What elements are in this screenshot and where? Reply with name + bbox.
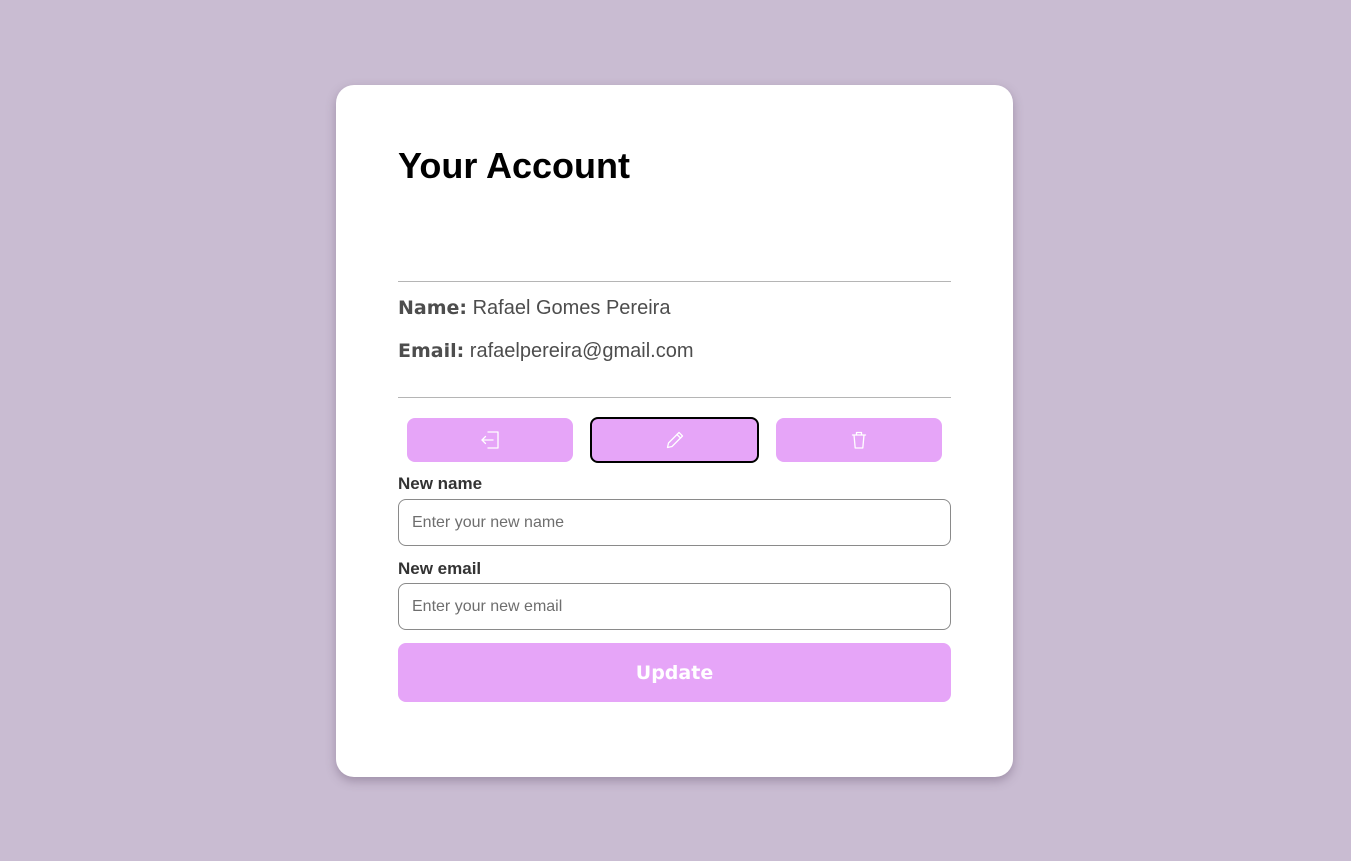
edit-button[interactable] xyxy=(590,417,759,463)
trash-icon xyxy=(851,431,867,449)
new-email-input[interactable] xyxy=(398,583,951,630)
new-email-label: New email xyxy=(398,559,482,578)
page-title: Your Account xyxy=(398,145,630,186)
email-value: rafaelpereira@gmail.com xyxy=(469,340,694,362)
name-label: Name: xyxy=(398,297,468,319)
account-name-row: Name: Rafael Gomes Pereira xyxy=(398,297,670,320)
account-email-row: Email: rafaelpereira@gmail.com xyxy=(398,340,694,363)
update-button[interactable]: Update xyxy=(398,643,951,702)
name-value: Rafael Gomes Pereira xyxy=(472,297,671,319)
top-divider xyxy=(398,281,951,282)
delete-button[interactable] xyxy=(776,418,942,462)
bottom-divider xyxy=(398,397,951,398)
new-name-label: New name xyxy=(398,474,483,493)
logout-button[interactable] xyxy=(407,418,573,462)
account-card: Your Account Name: Rafael Gomes Pereira … xyxy=(336,85,1013,777)
email-label: Email: xyxy=(398,340,465,362)
pencil-icon xyxy=(666,431,683,449)
logout-icon xyxy=(481,431,499,449)
new-name-input[interactable] xyxy=(398,499,951,546)
